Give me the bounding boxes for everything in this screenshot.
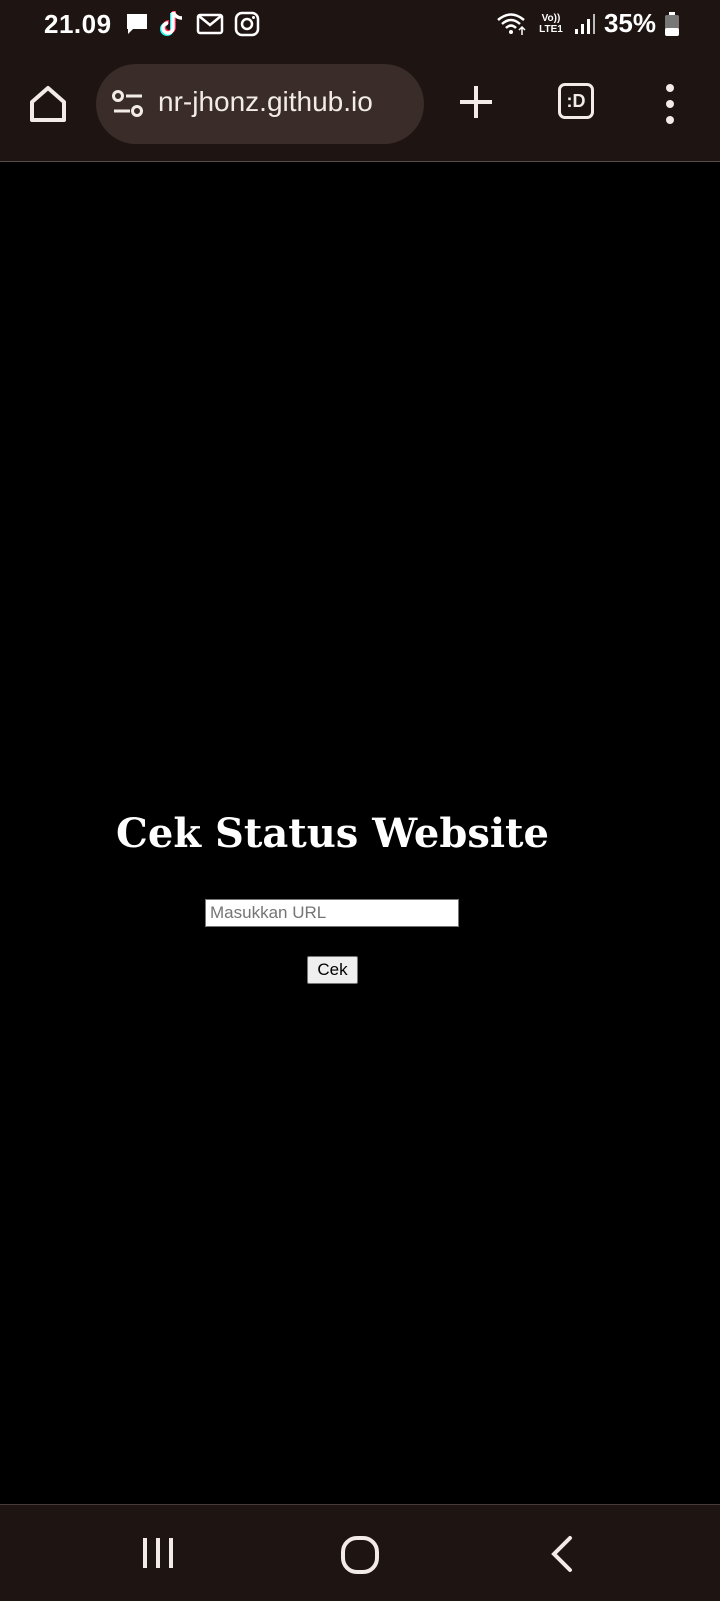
home-icon[interactable] bbox=[26, 82, 70, 126]
new-tab-icon[interactable] bbox=[456, 82, 496, 122]
gmail-icon bbox=[196, 13, 224, 35]
site-settings-icon[interactable] bbox=[112, 90, 144, 118]
notification-icons bbox=[124, 10, 260, 38]
url-input[interactable] bbox=[205, 899, 459, 927]
url-text: nr-jhonz.github.io bbox=[158, 86, 373, 117]
status-time: 21.09 bbox=[44, 9, 112, 39]
battery-icon bbox=[665, 11, 679, 36]
page-title: Cek Status Website bbox=[116, 810, 549, 857]
signal-icon bbox=[574, 13, 595, 34]
check-button[interactable]: Cek bbox=[307, 956, 358, 984]
address-bar[interactable]: nr-jhonz.github.io bbox=[96, 64, 424, 144]
recent-apps-icon[interactable] bbox=[140, 1535, 176, 1571]
web-page: Cek Status Website Cek bbox=[0, 162, 720, 1504]
status-bar: 21.09 Vo)) LTE1 35% bbox=[0, 0, 720, 50]
home-nav-icon[interactable] bbox=[340, 1535, 380, 1575]
tab-switcher-button[interactable]: :D bbox=[558, 83, 594, 119]
chat-icon bbox=[127, 14, 147, 34]
wifi-icon bbox=[497, 12, 526, 35]
more-options-icon[interactable] bbox=[658, 82, 682, 126]
volte-label: Vo)) LTE1 bbox=[539, 12, 563, 35]
instagram-icon bbox=[234, 11, 260, 37]
battery-percent: 35% bbox=[603, 8, 656, 38]
back-icon[interactable] bbox=[548, 1535, 576, 1573]
browser-toolbar: nr-jhonz.github.io :D bbox=[0, 50, 720, 162]
system-nav-bar bbox=[0, 1504, 720, 1601]
system-indicators: Vo)) LTE1 35% bbox=[496, 8, 680, 39]
tiktok-icon bbox=[160, 11, 183, 36]
